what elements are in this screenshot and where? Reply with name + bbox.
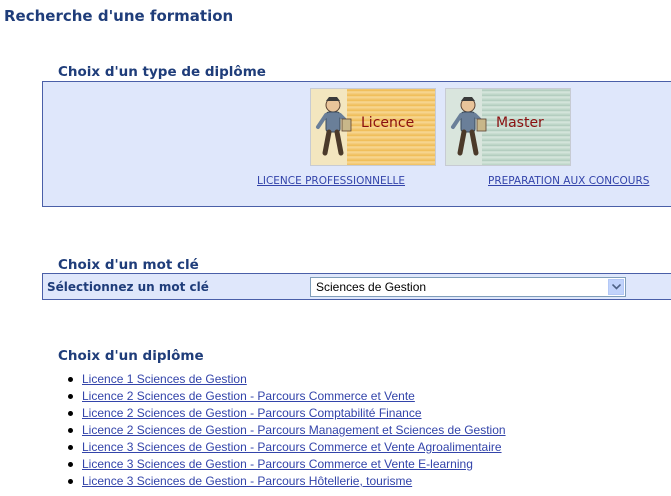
keyword-panel: Sélectionnez un mot clé Sciences de Gest… xyxy=(42,273,671,300)
diploma-link[interactable]: Licence 3 Sciences de Gestion - Parcours… xyxy=(82,457,473,471)
cartoon-student-icon xyxy=(316,97,352,156)
licence-image-button[interactable]: Licence xyxy=(310,88,436,166)
diploma-link[interactable]: Licence 2 Sciences de Gestion - Parcours… xyxy=(82,389,415,403)
section-title-keyword: Choix d'un mot clé xyxy=(58,257,199,273)
cartoon-student-icon xyxy=(451,97,487,156)
bullet-icon xyxy=(68,428,73,433)
diploma-link[interactable]: Licence 2 Sciences de Gestion - Parcours… xyxy=(82,423,506,437)
diploma-link[interactable]: Licence 2 Sciences de Gestion - Parcours… xyxy=(82,406,422,420)
bullet-icon xyxy=(68,377,73,382)
keyword-label: Sélectionnez un mot clé xyxy=(47,280,209,294)
bullet-icon xyxy=(68,479,73,484)
keyword-select[interactable]: Sciences de Gestion xyxy=(310,277,626,297)
bullet-icon xyxy=(68,394,73,399)
diploma-type-panel: Licence Master LICENCE PROFESSIONNELLE P… xyxy=(42,81,671,207)
select-dropdown-button[interactable] xyxy=(608,279,624,295)
licence-image-label: Licence xyxy=(361,115,415,131)
diploma-link[interactable]: Licence 3 Sciences de Gestion - Parcours… xyxy=(82,440,502,454)
licence-professionnelle-link[interactable]: LICENCE PROFESSIONNELLE xyxy=(257,175,405,187)
section-title-diploma: Choix d'un diplôme xyxy=(58,348,204,364)
preparation-concours-link[interactable]: PREPARATION AUX CONCOURS xyxy=(488,175,649,187)
bullet-icon xyxy=(68,462,73,467)
diploma-link[interactable]: Licence 1 Sciences de Gestion xyxy=(82,372,247,386)
diploma-link[interactable]: Licence 3 Sciences de Gestion - Parcours… xyxy=(82,474,412,488)
page-title: Recherche d'une formation xyxy=(4,7,234,25)
section-title-diploma-type: Choix d'un type de diplôme xyxy=(58,64,266,80)
chevron-down-icon xyxy=(612,284,621,290)
keyword-select-value: Sciences de Gestion xyxy=(316,280,427,294)
master-image-button[interactable]: Master xyxy=(445,88,571,166)
master-image-label: Master xyxy=(496,115,544,131)
bullet-icon xyxy=(68,411,73,416)
bullet-icon xyxy=(68,445,73,450)
